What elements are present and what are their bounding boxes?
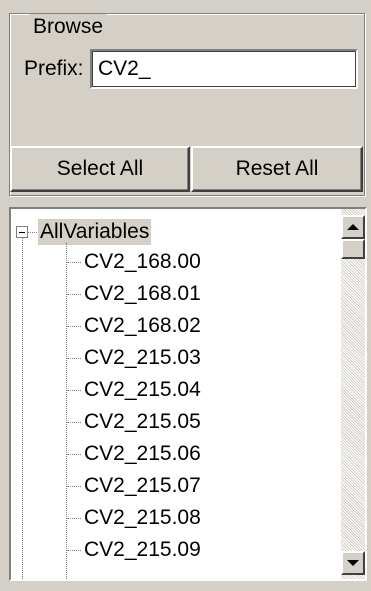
arrow-up-icon [347,224,359,230]
prefix-label: Prefix: [24,57,84,80]
select-all-button[interactable]: Select All [10,146,190,192]
tree-item-label: CV2_215.04 [84,378,201,401]
tree-item[interactable]: CV2_215.04 [11,374,341,406]
tree-item-label: CV2_168.01 [84,282,201,305]
tree-item-label: CV2_168.02 [84,314,201,337]
tree-item[interactable]: CV2_168.02 [11,310,341,342]
tree-connector [67,262,81,263]
tree-item[interactable]: CV2_168.01 [11,278,341,310]
variable-tree[interactable]: AllVariables CV2_168.00 CV2_168.01 CV2_1… [9,207,367,581]
tree-item-list: CV2_168.00 CV2_168.01 CV2_168.02 CV2_215… [11,246,341,566]
tree-item-label: CV2_215.03 [84,346,201,369]
tree-connector [28,232,37,233]
prefix-input[interactable] [90,49,358,89]
tree-content: AllVariables CV2_168.00 CV2_168.01 CV2_1… [11,209,341,579]
tree-item-label: CV2_215.08 [84,506,201,529]
tree-item[interactable]: CV2_215.09 [11,534,341,566]
tree-item[interactable]: CV2_168.00 [11,246,341,278]
tree-connector [67,550,81,551]
tree-item-label: CV2_215.09 [84,538,201,561]
tree-connector [67,390,81,391]
tree-item[interactable]: CV2_215.05 [11,406,341,438]
tree-root-allvariables[interactable]: AllVariables [38,219,152,245]
arrow-down-icon [347,560,359,566]
tree-connector [67,486,81,487]
tree-item-label: CV2_215.05 [84,410,201,433]
tree-connector [67,518,81,519]
tree-item[interactable]: CV2_215.07 [11,470,341,502]
tree-item[interactable]: CV2_215.06 [11,438,341,470]
scroll-down-button[interactable] [341,551,365,575]
tree-connector [67,454,81,455]
reset-all-button[interactable]: Reset All [191,146,363,192]
tree-item[interactable]: CV2_215.03 [11,342,341,374]
scroll-up-button[interactable] [341,215,365,239]
browse-group-title: Browse [30,14,107,40]
tree-connector [67,358,81,359]
tree-connector [67,294,81,295]
tree-item-label: CV2_215.06 [84,442,201,465]
vertical-scrollbar[interactable] [341,209,365,579]
tree-item-label: CV2_168.00 [84,250,201,273]
tree-connector [67,422,81,423]
collapse-icon[interactable] [16,226,28,238]
tree-item-label: CV2_215.07 [84,474,201,497]
tree-connector [67,326,81,327]
tree-item[interactable]: CV2_215.08 [11,502,341,534]
scrollbar-thumb[interactable] [341,239,365,259]
